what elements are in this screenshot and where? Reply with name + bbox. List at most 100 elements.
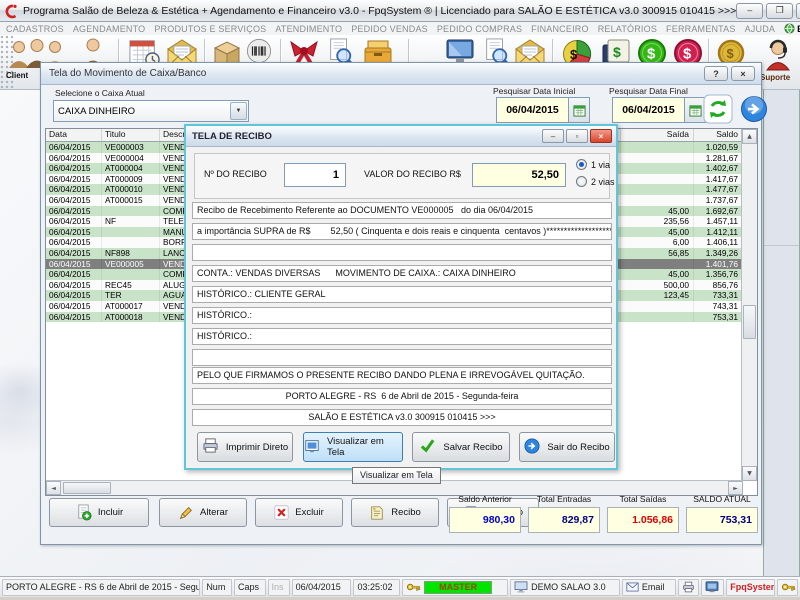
recibo-number-label: Nº DO RECIBO <box>204 169 267 179</box>
via1-radio[interactable]: 1 via <box>576 159 610 170</box>
statusbar-screen-icon[interactable] <box>701 579 724 596</box>
radio-selected-icon[interactable] <box>576 159 587 170</box>
cell-saldo: 1.477,67 <box>694 184 741 195</box>
refresh-button[interactable] <box>703 94 733 124</box>
date-initial-field[interactable]: 06/04/2015 <box>496 97 590 123</box>
dialog-titlebar[interactable]: TELA DE RECIBO – ▫ × <box>186 126 616 147</box>
app-close-button[interactable]: × <box>796 3 800 19</box>
visualizar-em-tela-label: Visualizar em Tela <box>327 436 402 458</box>
cell-saldo: 1.349,26 <box>694 248 741 259</box>
master-user-badge: MASTER <box>424 581 492 594</box>
scroll-up-icon[interactable]: ▲ <box>742 129 757 144</box>
statusbar-printer-icon[interactable] <box>678 579 699 596</box>
menu-ajuda[interactable]: AJUDA <box>745 24 776 34</box>
app-minimize-button[interactable]: – <box>736 3 763 19</box>
scroll-right-icon[interactable]: ► <box>728 481 743 495</box>
via2-radio[interactable]: 2 vias <box>576 176 615 187</box>
recibo-button[interactable]: Recibo <box>351 498 439 527</box>
scroll-down-icon[interactable]: ▼ <box>742 466 757 481</box>
sair-do-recibo-button[interactable]: Sair do Recibo <box>519 432 615 462</box>
menu-relat-rios[interactable]: RELATÓRIOS <box>598 24 657 34</box>
cell-data: 06/04/2015 <box>46 290 102 301</box>
chevron-down-icon[interactable]: ▼ <box>230 102 247 120</box>
cell-saida <box>621 312 694 323</box>
menu-agendamento[interactable]: AGENDAMENTO <box>73 24 146 34</box>
recibo-value-input[interactable]: 52,50 <box>472 163 566 187</box>
app-titlebar: Programa Salão de Beleza & Estética + Ag… <box>0 0 800 22</box>
recibo-line-3[interactable] <box>192 244 612 261</box>
recibo-line-2[interactable]: a importância SUPRA de R$ 52,50 ( Cinque… <box>192 223 612 240</box>
column-header-titulo[interactable]: Titulo <box>102 129 160 141</box>
column-header-sada[interactable]: Saída <box>621 129 694 141</box>
menu-pedido-compras[interactable]: PEDIDO COMPRAS <box>437 24 522 34</box>
scroll-left-icon[interactable]: ◄ <box>46 481 61 495</box>
recibo-line-5[interactable]: HISTÓRICO.: CLIENTE GERAL <box>192 286 612 303</box>
dialog-maximize-button[interactable]: ▫ <box>566 129 588 143</box>
menu-pedido-vendas[interactable]: PEDIDO VENDAS <box>351 24 428 34</box>
window-close-button[interactable]: × <box>731 66 755 81</box>
imprimir-direto-button[interactable]: Imprimir Direto <box>197 432 293 462</box>
cell-saida: 500,00 <box>621 280 694 291</box>
statusbar-key-icon[interactable] <box>777 579 798 596</box>
column-header-saldo[interactable]: Saldo <box>694 129 741 141</box>
statusbar-fpqsystem[interactable]: FpqSystem <box>726 579 775 596</box>
caixa-combobox[interactable]: CAIXA DINHEIRO ▼ <box>53 100 249 122</box>
date-final-value[interactable]: 06/04/2015 <box>612 97 685 123</box>
recibo-line-8[interactable] <box>192 349 612 366</box>
barcode-icon[interactable] <box>246 38 272 64</box>
alterar-button[interactable]: Alterar <box>159 498 247 527</box>
visualizar-em-tela-button[interactable]: Visualizar em Tela <box>303 432 403 462</box>
cell-saldo: 856,76 <box>694 280 741 291</box>
statusbar-email[interactable]: Email <box>622 579 676 596</box>
menu-e-mail[interactable]: E-MAIL <box>784 23 800 34</box>
recibo-line-10[interactable]: PORTO ALEGRE - RS 6 de Abril de 2015 - S… <box>192 388 612 405</box>
statusbar-num: Num <box>202 579 232 596</box>
go-arrow-button[interactable] <box>740 95 768 123</box>
hscroll-thumb[interactable] <box>63 482 111 494</box>
recibo-line-6[interactable]: HISTÓRICO.: <box>192 307 612 324</box>
total-value-1: 980,30 <box>449 507 521 533</box>
support-icon[interactable] <box>761 38 795 72</box>
recibo-line-9[interactable]: PELO QUE FIRMAMOS O PRESENTE RECIBO DAND… <box>192 367 612 384</box>
app-title: Programa Salão de Beleza & Estética + Ag… <box>23 5 736 17</box>
menu-financeiro[interactable]: FINANCEIRO <box>531 24 589 34</box>
check-icon <box>419 437 436 457</box>
menu-atendimento[interactable]: ATENDIMENTO <box>275 24 342 34</box>
svg-text:$: $ <box>613 44 621 60</box>
date-final-field[interactable]: 06/04/2015 <box>612 97 706 123</box>
imprimir-direto-label: Imprimir Direto <box>226 442 288 453</box>
excluir-button[interactable]: Excluir <box>255 498 343 527</box>
salvar-recibo-button[interactable]: Salvar Recibo <box>412 432 510 462</box>
date-initial-value[interactable]: 06/04/2015 <box>496 97 569 123</box>
dialog-close-button[interactable]: × <box>590 129 612 143</box>
cell-titulo: AT000009 <box>102 174 160 185</box>
statusbar-demo-salao-3-0[interactable]: DEMO SALAO 3.0 <box>510 579 620 596</box>
red-x-icon <box>274 505 289 520</box>
incluir-label: Incluir <box>98 507 123 518</box>
recibo-line-7[interactable]: HISTÓRICO.: <box>192 328 612 345</box>
cell-data: 06/04/2015 <box>46 195 102 206</box>
menu-produtos-e-servi-os[interactable]: PRODUTOS E SERVIÇOS <box>154 24 266 34</box>
search-date-initial-label: Pesquisar Data Inicial <box>493 86 575 96</box>
recibo-line-1[interactable]: Recibo de Recebimento Referente ao DOCUM… <box>192 202 612 219</box>
statusbar-master[interactable]: MASTER <box>402 579 508 596</box>
radio-unselected-icon[interactable] <box>576 176 587 187</box>
cell-saldo: 1.457,11 <box>694 216 741 227</box>
incluir-button[interactable]: Incluir <box>49 498 149 527</box>
calendar-icon[interactable] <box>569 97 590 123</box>
recibo-number-input[interactable]: 1 <box>284 163 346 187</box>
menu-ferramentas[interactable]: FERRAMENTAS <box>666 24 736 34</box>
movimento-caixa-titlebar[interactable]: Tela do Movimento de Caixa/Banco ? × <box>41 63 761 85</box>
column-header-data[interactable]: Data <box>46 129 102 141</box>
vscroll-thumb[interactable] <box>743 305 756 339</box>
recibo-line-4[interactable]: CONTA.: VENDAS DIVERSAS MOVIMENTO DE CAI… <box>192 265 612 282</box>
monitor-icon <box>514 581 528 593</box>
cell-saldo: 753,31 <box>694 312 741 323</box>
recibo-line-11[interactable]: SALÃO E ESTÉTICA v3.0 300915 010415 >>> <box>192 409 612 426</box>
window-help-button[interactable]: ? <box>704 66 728 81</box>
cell-titulo: REC45 <box>102 280 160 291</box>
dialog-minimize-button[interactable]: – <box>542 129 564 143</box>
table-vertical-scrollbar[interactable]: ▲ ▼ <box>741 129 757 481</box>
app-restore-button[interactable]: ❐ <box>766 3 793 19</box>
menu-cadastros[interactable]: CADASTROS <box>6 24 64 34</box>
